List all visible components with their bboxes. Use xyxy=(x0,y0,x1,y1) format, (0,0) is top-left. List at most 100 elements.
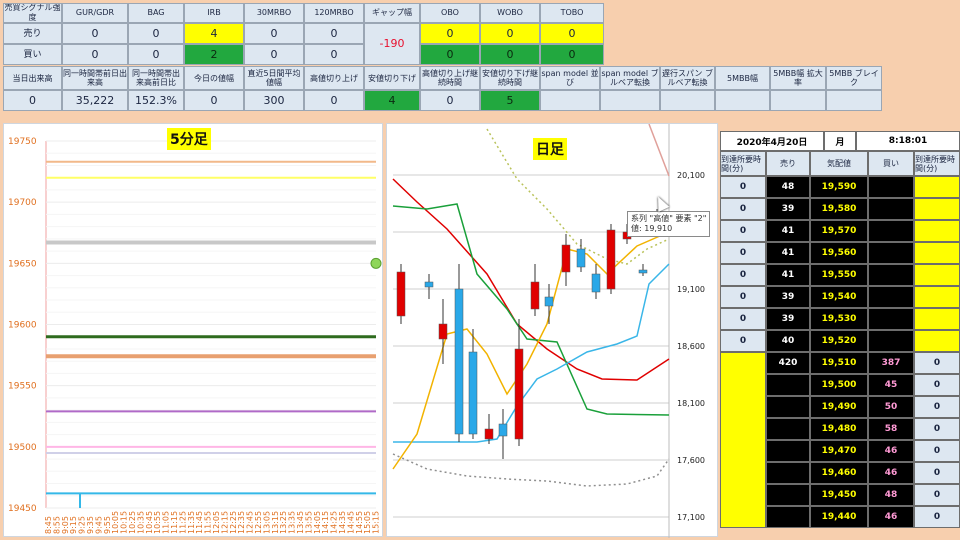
board-date[interactable]: 2020年4月20日 xyxy=(720,131,824,151)
bid-time-4[interactable]: 0 xyxy=(914,462,960,484)
bid-time-6[interactable]: 0 xyxy=(914,506,960,528)
ask-time-right-7[interactable] xyxy=(914,330,960,352)
ask-sell-2[interactable]: 41 xyxy=(766,220,810,242)
ask-time-right-3[interactable] xyxy=(914,242,960,264)
signal-header-7[interactable]: OBO xyxy=(420,3,480,23)
mid-time[interactable]: 0 xyxy=(914,352,960,374)
sell-value-4[interactable]: 0 xyxy=(244,23,304,44)
sell-value-3[interactable]: 4 xyxy=(184,23,244,44)
bid-time-2[interactable]: 0 xyxy=(914,418,960,440)
bid-time-left-block[interactable] xyxy=(720,352,766,528)
bid-buy-4[interactable]: 46 xyxy=(868,462,914,484)
ask-price-5[interactable]: 19,540 xyxy=(810,286,868,308)
indicator-value-9[interactable] xyxy=(540,90,600,111)
ask-price-2[interactable]: 19,570 xyxy=(810,220,868,242)
buy-value-1[interactable]: 0 xyxy=(62,44,128,65)
chart-daily-pane[interactable]: 20,100 19,100 18,600 18,100 17,600 17,100 日足 … xyxy=(386,123,718,538)
bid-price-3[interactable]: 19,470 xyxy=(810,440,868,462)
ask-price-4[interactable]: 19,550 xyxy=(810,264,868,286)
bid-sell-4[interactable] xyxy=(766,462,810,484)
buy-value-4[interactable]: 0 xyxy=(244,44,304,65)
buy-value-8[interactable]: 0 xyxy=(480,44,540,65)
indicator-value-3[interactable]: 0 xyxy=(184,90,244,111)
indicator-value-4[interactable]: 300 xyxy=(244,90,304,111)
sell-row-label[interactable]: 売り xyxy=(3,23,62,44)
gap-value[interactable]: -190 xyxy=(364,23,420,65)
ask-time-right-5[interactable] xyxy=(914,286,960,308)
board-header-4[interactable]: 到達所要時間(分) xyxy=(914,151,960,176)
board-header-2[interactable]: 気配値 xyxy=(810,151,868,176)
bid-price-4[interactable]: 19,460 xyxy=(810,462,868,484)
bid-sell-1[interactable] xyxy=(766,396,810,418)
signal-header-0[interactable]: 売買シグナル強度 xyxy=(3,3,62,23)
indicator-value-5[interactable]: 0 xyxy=(304,90,364,111)
indicator-value-11[interactable] xyxy=(660,90,715,111)
sell-value-5[interactable]: 0 xyxy=(304,23,364,44)
buy-value-2[interactable]: 0 xyxy=(128,44,184,65)
ask-sell-3[interactable]: 41 xyxy=(766,242,810,264)
bid-time-3[interactable]: 0 xyxy=(914,440,960,462)
indicator-value-12[interactable] xyxy=(715,90,770,111)
indicator-header-2[interactable]: 同一時間帯出来高前日比 xyxy=(128,66,184,90)
signal-header-9[interactable]: TOBO xyxy=(540,3,604,23)
board-header-1[interactable]: 売り xyxy=(766,151,810,176)
buy-value-5[interactable]: 0 xyxy=(304,44,364,65)
chart-5min-pane[interactable]: 19750 19700 19650 19600 19550 19500 19450 8:45 8… xyxy=(3,123,383,537)
ask-sell-1[interactable]: 39 xyxy=(766,198,810,220)
ask-price-6[interactable]: 19,530 xyxy=(810,308,868,330)
sell-value-1[interactable]: 0 xyxy=(62,23,128,44)
sell-value-2[interactable]: 0 xyxy=(128,23,184,44)
indicator-header-7[interactable]: 高値切り上げ継続時間 xyxy=(420,66,480,90)
ask-time-1[interactable]: 0 xyxy=(720,198,766,220)
signal-header-3[interactable]: IRB xyxy=(184,3,244,23)
bid-buy-6[interactable]: 46 xyxy=(868,506,914,528)
bid-price-1[interactable]: 19,490 xyxy=(810,396,868,418)
ask-sell-0[interactable]: 48 xyxy=(766,176,810,198)
bid-sell-6[interactable] xyxy=(766,506,810,528)
bid-price-0[interactable]: 19,500 xyxy=(810,374,868,396)
bid-time-1[interactable]: 0 xyxy=(914,396,960,418)
indicator-header-5[interactable]: 高値切り上げ xyxy=(304,66,364,90)
indicator-value-6[interactable]: 4 xyxy=(364,90,420,111)
indicator-value-0[interactable]: 0 xyxy=(3,90,62,111)
indicator-header-6[interactable]: 安値切り下げ xyxy=(364,66,420,90)
ask-sell-4[interactable]: 41 xyxy=(766,264,810,286)
ask-buy-0[interactable] xyxy=(868,176,914,198)
buy-row-label[interactable]: 買い xyxy=(3,44,62,65)
signal-header-2[interactable]: BAG xyxy=(128,3,184,23)
indicator-header-13[interactable]: 5MBB幅 拡大率 xyxy=(770,66,826,90)
bid-sell-5[interactable] xyxy=(766,484,810,506)
indicator-header-4[interactable]: 直近5日間平均値幅 xyxy=(244,66,304,90)
bid-buy-0[interactable]: 45 xyxy=(868,374,914,396)
indicator-value-14[interactable] xyxy=(826,90,882,111)
buy-value-3[interactable]: 2 xyxy=(184,44,244,65)
board-weekday[interactable]: 月 xyxy=(824,131,856,151)
ask-sell-7[interactable]: 40 xyxy=(766,330,810,352)
ask-buy-4[interactable] xyxy=(868,264,914,286)
bid-buy-1[interactable]: 50 xyxy=(868,396,914,418)
indicator-header-10[interactable]: span model ブルベア転換 xyxy=(600,66,660,90)
bid-buy-5[interactable]: 48 xyxy=(868,484,914,506)
ask-time-right-6[interactable] xyxy=(914,308,960,330)
indicator-value-1[interactable]: 35,222 xyxy=(62,90,128,111)
ask-buy-1[interactable] xyxy=(868,198,914,220)
board-header-0[interactable]: 到達所要時間(分) xyxy=(720,151,766,176)
ask-price-7[interactable]: 19,520 xyxy=(810,330,868,352)
signal-header-8[interactable]: WOBO xyxy=(480,3,540,23)
indicator-header-9[interactable]: span model 並び xyxy=(540,66,600,90)
ask-time-4[interactable]: 0 xyxy=(720,264,766,286)
sell-value-8[interactable]: 0 xyxy=(480,23,540,44)
indicator-value-10[interactable] xyxy=(600,90,660,111)
ask-price-0[interactable]: 19,590 xyxy=(810,176,868,198)
indicator-header-14[interactable]: 5MBB ブレイク xyxy=(826,66,882,90)
indicator-value-2[interactable]: 152.3% xyxy=(128,90,184,111)
buy-value-7[interactable]: 0 xyxy=(420,44,480,65)
ask-time-right-1[interactable] xyxy=(914,198,960,220)
ask-time-right-0[interactable] xyxy=(914,176,960,198)
sell-value-7[interactable]: 0 xyxy=(420,23,480,44)
board-header-3[interactable]: 買い xyxy=(868,151,914,176)
ask-buy-3[interactable] xyxy=(868,242,914,264)
signal-header-1[interactable]: GUR/GDR xyxy=(62,3,128,23)
signal-header-5[interactable]: 120MRBO xyxy=(304,3,364,23)
indicator-value-8[interactable]: 5 xyxy=(480,90,540,111)
